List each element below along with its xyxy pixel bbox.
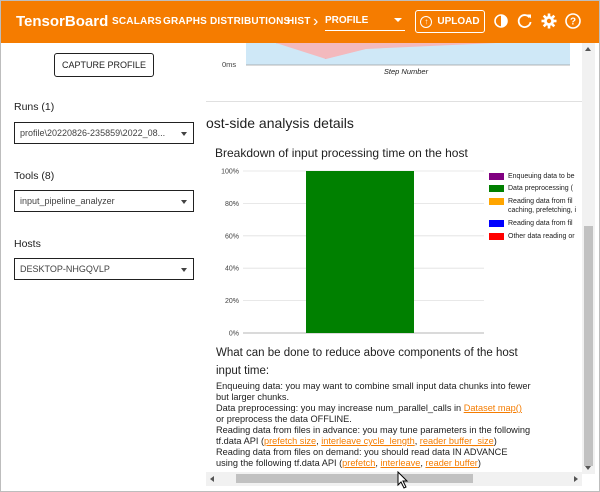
scroll-down-icon[interactable] (585, 466, 591, 470)
prefetch-size-link[interactable]: prefetch size (264, 436, 316, 446)
chart-tick-0ms: 0ms (222, 60, 236, 69)
profile-sidebar: CAPTURE PROFILE Runs (1) profile\2022082… (1, 43, 206, 491)
tools-select-value: input_pipeline_analyzer (20, 196, 115, 206)
top-app-bar: TensorBoard SCALARS GRAPHS DISTRIBUTIONS… (1, 1, 599, 43)
tools-label: Tools (8) (14, 170, 55, 182)
reader-buffer-link[interactable]: reader buffer (425, 458, 477, 468)
y-tick-label: 60% (225, 233, 239, 240)
legend-label: Other data reading or (508, 233, 575, 240)
horizontal-scrollbar[interactable] (206, 472, 582, 486)
hosts-select-value: DESKTOP-NHGQVLP (20, 264, 110, 274)
y-tick-label: 100% (221, 169, 239, 176)
y-tick-label: 40% (225, 266, 239, 273)
svg-text:?: ? (570, 17, 576, 28)
plugin-select-value: PROFILE (325, 15, 369, 26)
tab-histograms[interactable]: HIST (287, 16, 311, 27)
tab-graphs[interactable]: GRAPHS (163, 16, 207, 27)
vertical-scrollbar[interactable] (582, 43, 595, 474)
horizontal-scroll-thumb[interactable] (236, 474, 473, 483)
legend-swatch (489, 198, 504, 205)
advice-enqueue-2: but larger chunks. (216, 392, 290, 402)
chevron-down-icon (181, 268, 187, 272)
advice-preprocess-2: or preprocess the data OFFLINE. (216, 414, 352, 424)
interleave-cycle-length-link[interactable]: interleave cycle_length (321, 436, 414, 446)
upload-button[interactable]: ↑ UPLOAD (415, 10, 485, 33)
legend-label: Reading data from fil (508, 220, 573, 227)
advice-demand-1: Reading data from files on demand: you s… (216, 447, 508, 457)
legend-swatch (489, 233, 504, 240)
tools-select[interactable]: input_pipeline_analyzer (14, 190, 194, 212)
dark-mode-icon[interactable] (492, 12, 510, 30)
advice-advance-2: tf.data API (prefetch size, interleave c… (216, 436, 497, 446)
advice-question-line1: What can be done to reduce above compone… (216, 347, 518, 359)
hosts-label: Hosts (14, 238, 41, 250)
advice-preprocess-1: Data preprocessing: you may increase num… (216, 403, 522, 414)
chevron-right-icon[interactable]: › (313, 13, 318, 31)
scroll-left-icon[interactable] (210, 476, 214, 482)
hosts-select[interactable]: DESKTOP-NHGQVLP (14, 258, 194, 280)
mouse-cursor-icon (397, 471, 409, 489)
reader-buffer-size-link[interactable]: reader buffer_size (420, 436, 494, 446)
section-divider (206, 101, 582, 102)
chart-xlabel: Step Number (384, 67, 429, 76)
app-brand: TensorBoard (16, 13, 109, 30)
main-content: 0ms Step Number ost-side analysis detail… (206, 43, 582, 474)
tab-scalars[interactable]: SCALARS (112, 16, 162, 27)
interleave-link[interactable]: interleave (380, 458, 420, 468)
y-tick-label: 20% (225, 298, 239, 305)
legend-swatch (489, 185, 504, 192)
y-tick-label: 80% (225, 201, 239, 208)
refresh-icon[interactable] (516, 12, 534, 30)
legend-label: Enqueuing data to be (508, 173, 575, 180)
breakdown-bar-chart: 0% 20% 40% 60% 80% 100% (221, 169, 484, 338)
advice-demand-2: using the following tf.data API (prefetc… (216, 458, 481, 468)
prefetch-link[interactable]: prefetch (342, 458, 375, 468)
chevron-down-icon (181, 200, 187, 204)
section-title: ost-side analysis details (206, 115, 354, 131)
help-icon[interactable]: ? (564, 12, 582, 30)
chevron-down-icon (394, 18, 402, 22)
y-tick-label: 0% (229, 331, 239, 338)
scroll-up-icon[interactable] (585, 47, 591, 51)
capture-profile-button[interactable]: CAPTURE PROFILE (54, 53, 154, 77)
breakdown-chart-title: Breakdown of input processing time on th… (215, 146, 468, 160)
upload-label: UPLOAD (437, 16, 480, 27)
runs-select[interactable]: profile\20220826-235859\2022_08... (14, 122, 194, 144)
chevron-down-icon (181, 132, 187, 136)
scroll-right-icon[interactable] (574, 476, 578, 482)
advice-advance-1: Reading data from files in advance: you … (216, 425, 531, 435)
advice-advance-prefix: tf.data API ( (216, 436, 265, 446)
legend-swatch (489, 220, 504, 227)
plugin-select[interactable]: PROFILE (325, 12, 405, 31)
bar-segment[interactable] (306, 171, 414, 333)
legend-label: Reading data from fil caching, prefetchi… (508, 198, 577, 214)
runs-select-value: profile\20220826-235859\2022_08... (20, 128, 166, 138)
legend-swatch (489, 173, 504, 180)
runs-label: Runs (1) (14, 101, 55, 113)
legend-label: Data preprocessing ( (508, 185, 573, 192)
tensorboard-window: TensorBoard SCALARS GRAPHS DISTRIBUTIONS… (0, 0, 600, 492)
settings-icon[interactable] (540, 12, 558, 30)
dataset-map-link[interactable]: Dataset map() (464, 403, 522, 413)
step-time-chart: 0ms Step Number (222, 43, 570, 76)
vertical-scroll-thumb[interactable] (584, 226, 593, 466)
upload-icon: ↑ (420, 15, 433, 28)
advice-enqueue-1: Enqueuing data: you may want to combine … (216, 381, 531, 391)
tab-distributions[interactable]: DISTRIBUTIONS (210, 16, 290, 27)
advice-demand-prefix: using the following tf.data API ( (216, 458, 343, 468)
advice-question-line2: input time: (216, 365, 270, 377)
advice-preprocess-text: Data preprocessing: you may increase num… (216, 403, 464, 413)
